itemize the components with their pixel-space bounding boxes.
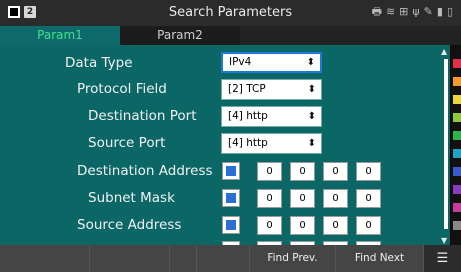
destination-address-label: Destination Address — [77, 163, 213, 179]
subnet-mask-octet-4[interactable]: 0 — [356, 189, 381, 208]
tab-param2[interactable]: Param2 — [120, 26, 240, 45]
source-address-checkbox[interactable] — [222, 216, 240, 234]
wifi-icon: ≋ — [385, 5, 396, 18]
source-address-octet-3[interactable]: 0 — [323, 216, 348, 235]
channel-color-swatch — [453, 95, 461, 104]
destination-address-octet-1[interactable]: 0 — [257, 162, 282, 181]
subnet-mask-octet-1[interactable]: 0 — [257, 189, 282, 208]
data-type-value: IPv4 — [229, 56, 252, 68]
scroll-down-icon[interactable]: ▼ — [441, 236, 447, 245]
scroll-thumb[interactable] — [444, 59, 448, 229]
channel-color-swatch — [453, 149, 461, 158]
search-parameters-panel: Data Type IPv4 ⬍ Protocol Field [2] TCP … — [0, 45, 450, 245]
source-port-select[interactable]: [4] http ⬍ — [221, 133, 322, 154]
status-icons: 🖶 ≋ ⊞ ψ ✎ ▮ ▯ — [372, 5, 453, 19]
menu-lines-icon[interactable]: ☰ — [424, 245, 461, 272]
chevron-updown-icon: ⬍ — [307, 84, 316, 95]
protocol-field-value: [2] TCP — [228, 83, 266, 95]
network-icon: ⊞ — [399, 5, 409, 18]
function-key-4[interactable] — [197, 245, 250, 272]
chevron-updown-icon: ⬍ — [307, 138, 316, 149]
subnet-mask-octet-3[interactable]: 0 — [323, 189, 348, 208]
tab-param1[interactable]: Param1 — [0, 26, 120, 45]
function-key-1[interactable] — [0, 245, 90, 272]
tool-icon: ✎ — [423, 5, 433, 18]
tab-bar: Param1 Param2 — [0, 26, 461, 45]
source-port-value: [4] http — [228, 137, 268, 149]
protocol-field-label: Protocol Field — [77, 81, 167, 97]
subnet-mask-checkbox[interactable] — [222, 189, 240, 207]
channel-color-strip — [451, 45, 461, 245]
channel-color-swatch — [453, 131, 461, 140]
protocol-field-select[interactable]: [2] TCP ⬍ — [221, 79, 322, 100]
function-key-2[interactable] — [90, 245, 170, 272]
usb-icon: ψ — [412, 5, 420, 18]
source-address-label: Source Address — [77, 217, 182, 233]
destination-address-octet-2[interactable]: 0 — [290, 162, 315, 181]
destination-address-octet-4[interactable]: 0 — [356, 162, 381, 181]
chevron-updown-icon: ⬍ — [306, 57, 315, 68]
function-key-3[interactable] — [170, 245, 197, 272]
source-address-octet-1[interactable]: 0 — [257, 216, 282, 235]
find-prev-button[interactable]: Find Prev. — [250, 245, 336, 272]
scroll-up-icon[interactable]: ▲ — [441, 47, 447, 56]
chevron-updown-icon: ⬍ — [307, 111, 316, 122]
channel-color-swatch — [453, 113, 461, 122]
destination-port-label: Destination Port — [88, 108, 197, 124]
channel-color-swatch — [453, 203, 461, 212]
channel-color-swatch — [453, 77, 461, 86]
subnet-mask-label: Subnet Mask — [88, 190, 175, 206]
function-key-bar: Find Prev. Find Next ☰ — [0, 245, 461, 272]
data-type-select[interactable]: IPv4 ⬍ — [221, 52, 322, 73]
destination-port-select[interactable]: [4] http ⬍ — [221, 106, 322, 127]
destination-address-checkbox[interactable] — [222, 162, 240, 180]
source-address-octet-2[interactable]: 0 — [290, 216, 315, 235]
destination-address-octet-3[interactable]: 0 — [323, 162, 348, 181]
channel-color-swatch — [453, 59, 461, 68]
data-type-label: Data Type — [65, 55, 133, 71]
channel-color-swatch — [453, 185, 461, 194]
channel-color-swatch — [453, 221, 461, 230]
printer-icon: 🖶 — [371, 5, 382, 18]
vertical-scrollbar[interactable]: ▲ ▼ — [441, 45, 450, 245]
destination-port-value: [4] http — [228, 110, 268, 122]
channel-color-swatch — [453, 167, 461, 176]
source-port-label: Source Port — [88, 135, 166, 151]
sd-card-icon: ▮ — [436, 5, 443, 18]
battery-icon: ▯ — [446, 5, 453, 18]
source-address-octet-4[interactable]: 0 — [356, 216, 381, 235]
subnet-mask-octet-2[interactable]: 0 — [290, 189, 315, 208]
title-bar: 2 Search Parameters 🖶 ≋ ⊞ ψ ✎ ▮ ▯ — [0, 0, 461, 26]
find-next-button[interactable]: Find Next — [336, 245, 424, 272]
